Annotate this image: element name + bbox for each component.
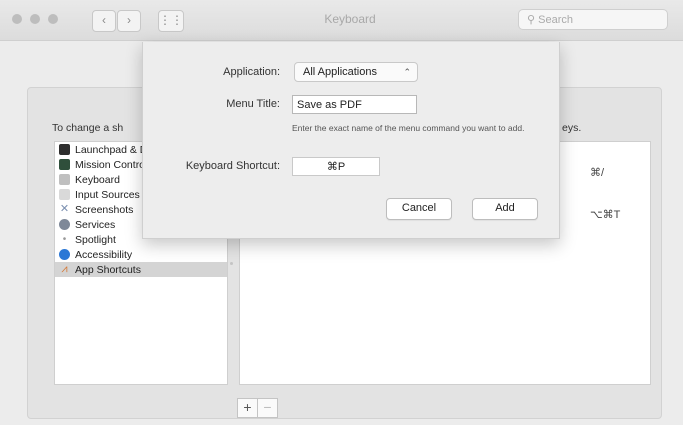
application-popup[interactable]: All Applications ⌃ — [294, 62, 418, 82]
add-shortcut-button[interactable]: + — [237, 398, 258, 418]
services-icon — [59, 219, 70, 230]
shortcut-key-1[interactable]: ⌘/ — [590, 166, 604, 179]
chevron-updown-icon: ⌃ — [403, 67, 411, 77]
cancel-button[interactable]: Cancel — [386, 198, 452, 220]
list-item-label: Spotlight — [75, 233, 116, 246]
input-sources-icon — [59, 189, 70, 200]
remove-shortcut-button[interactable]: − — [257, 398, 278, 418]
list-item-label: App Shortcuts — [75, 263, 141, 276]
spotlight-icon: • — [62, 234, 67, 245]
forward-button[interactable]: › — [117, 10, 141, 32]
mission-control-icon — [59, 159, 70, 170]
list-item-label: Accessibility — [75, 248, 133, 261]
shortcut-key-2[interactable]: ⌥⌘T — [590, 208, 620, 221]
menu-title-field[interactable]: Save as PDF — [292, 95, 417, 114]
list-item-label: Input Sources — [75, 188, 140, 201]
window-title: Keyboard — [324, 12, 376, 26]
application-label: Application: — [223, 66, 280, 78]
title-bar: ‹ › ⋮⋮ Keyboard ⚲ Search — [0, 0, 683, 41]
divider-handle-icon — [230, 262, 233, 265]
search-field[interactable]: ⚲ Search — [518, 9, 668, 30]
close-window-button[interactable] — [12, 14, 22, 24]
app-shortcuts-icon: ⩘ — [61, 263, 68, 275]
list-item-app-shortcuts[interactable]: ⩘ App Shortcuts — [55, 262, 227, 277]
show-all-button[interactable]: ⋮⋮ — [158, 10, 184, 32]
list-item-label: Services — [75, 218, 116, 231]
instructions-text-tail: eys. — [562, 122, 582, 134]
accessibility-icon — [59, 249, 70, 260]
list-item-label: Keyboard — [75, 173, 120, 186]
launchpad-icon — [59, 144, 70, 155]
search-icon: ⚲ — [527, 14, 539, 26]
menu-title-hint: Enter the exact name of the menu command… — [292, 123, 525, 133]
list-item-accessibility[interactable]: Accessibility — [55, 247, 227, 262]
list-item-label: Mission Control — [75, 158, 148, 171]
search-placeholder: Search — [538, 14, 573, 26]
screenshots-icon: ✕ — [59, 203, 70, 215]
minimize-window-button[interactable] — [30, 14, 40, 24]
menu-title-label: Menu Title: — [226, 98, 280, 110]
instructions-text: To change a sh — [52, 122, 124, 134]
keyboard-shortcut-field[interactable]: ⌘P — [292, 157, 380, 176]
add-button[interactable]: Add — [472, 198, 538, 220]
keyboard-shortcut-label: Keyboard Shortcut: — [185, 160, 280, 172]
application-value: All Applications — [303, 66, 377, 78]
list-item-label: Screenshots — [75, 203, 134, 216]
keyboard-icon — [59, 174, 70, 185]
back-button[interactable]: ‹ — [92, 10, 116, 32]
zoom-window-button[interactable] — [48, 14, 58, 24]
